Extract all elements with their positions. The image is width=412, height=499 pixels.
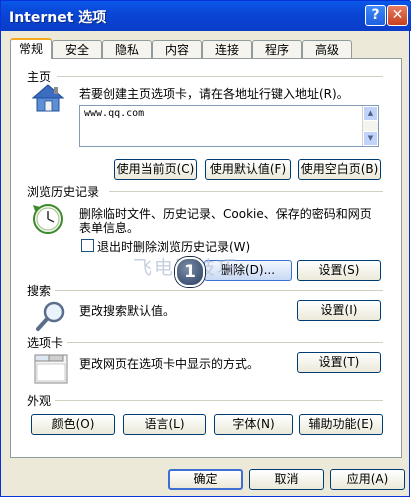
home-page-address-box[interactable]: www.qq.com ▲ ▼ [79, 105, 379, 147]
tab-programs[interactable]: 程序 [252, 40, 302, 58]
tab-advanced[interactable]: 高级 [302, 40, 352, 58]
fonts-button[interactable]: 字体(N) [214, 414, 293, 435]
scroll-up-arrow-icon[interactable]: ▲ [363, 106, 378, 121]
title-bar: Internet 选项 ? ✕ [1, 1, 411, 31]
cancel-button[interactable]: 取消 [249, 469, 324, 490]
home-group-divider [57, 76, 383, 77]
use-current-button[interactable]: 使用当前页(C) [114, 159, 197, 180]
search-magnifier-icon [35, 299, 69, 336]
appearance-group-title: 外观 [27, 392, 52, 409]
tabs-description: 更改网页在选项卡中显示的方式。 [79, 357, 260, 371]
history-settings-button[interactable]: 设置(S) [297, 260, 381, 281]
tab-connections[interactable]: 连接 [202, 40, 252, 58]
apply-button[interactable]: 应用(A) [330, 469, 405, 490]
scroll-down-arrow-icon[interactable]: ▼ [363, 131, 378, 146]
search-group-divider [55, 290, 383, 291]
tabs-group-divider [67, 342, 383, 343]
tab-privacy[interactable]: 隐私 [102, 40, 152, 58]
window-title: Internet 选项 [9, 10, 107, 26]
search-group-title: 搜索 [27, 282, 52, 299]
use-default-button[interactable]: 使用默认值(F) [205, 159, 291, 180]
help-button[interactable]: ? [365, 5, 386, 26]
home-house-icon [31, 83, 65, 116]
address-box-scrollbar[interactable]: ▲ ▼ [362, 106, 378, 146]
tabbed-window-icon [34, 352, 68, 387]
home-page-url: www.qq.com [84, 108, 145, 119]
ok-button[interactable]: 确定 [168, 469, 243, 490]
tab-security[interactable]: 安全 [52, 40, 102, 58]
history-group-title: 浏览历史记录 [27, 183, 100, 200]
search-settings-button[interactable]: 设置(I) [297, 300, 381, 321]
use-blank-button[interactable]: 使用空白页(B) [298, 159, 381, 180]
close-button[interactable]: ✕ [387, 5, 408, 26]
tab-general[interactable]: 常规 [10, 38, 52, 59]
history-clock-icon [31, 201, 67, 240]
internet-options-dialog: Internet 选项 ? ✕ 常规 安全 隐私 内容 连接 程序 高级 主页 … [0, 0, 411, 497]
tabs-settings-button[interactable]: 设置(T) [297, 352, 381, 373]
search-description: 更改搜索默认值。 [79, 304, 176, 318]
appearance-group-divider [55, 400, 383, 401]
accessibility-button[interactable]: 辅助功能(E) [299, 414, 383, 435]
languages-button[interactable]: 语言(L) [123, 414, 206, 435]
history-group-divider [109, 191, 383, 192]
tabs-group-title: 选项卡 [27, 334, 64, 351]
colors-button[interactable]: 颜色(O) [31, 414, 115, 435]
tab-content[interactable]: 内容 [152, 40, 202, 58]
home-description: 若要创建主页选项卡，请在各地址行键入地址(R)。 [79, 87, 349, 101]
delete-on-exit-checkbox[interactable] [81, 239, 94, 252]
history-description-line2: 表单信息。 [79, 221, 140, 235]
step-number-badge: 1 [175, 257, 205, 287]
